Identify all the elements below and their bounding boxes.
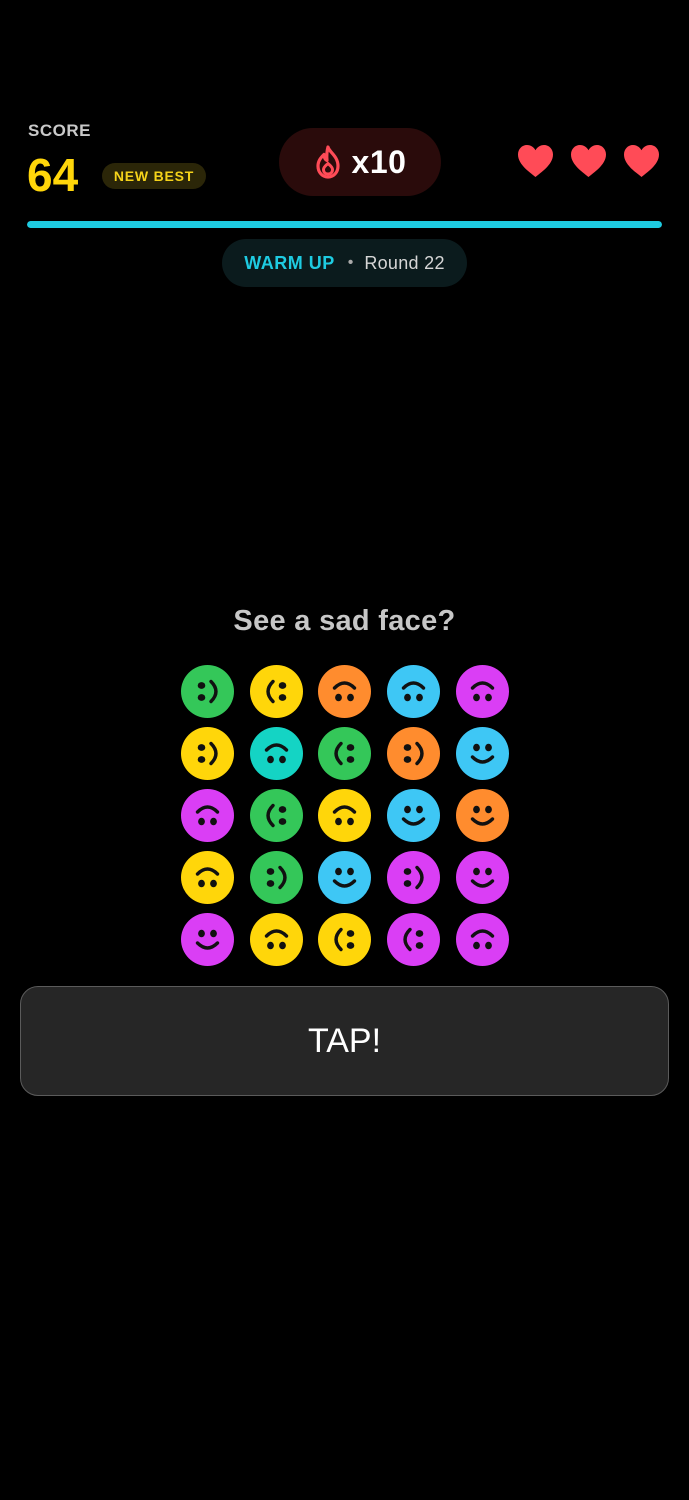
smiley-face-right[interactable] — [387, 913, 441, 966]
smiley-face-right[interactable] — [318, 913, 372, 966]
round-phase: WARM UP — [244, 252, 335, 273]
score-label: SCORE — [28, 121, 91, 140]
round-indicator: WARM UP • Round 22 — [222, 239, 467, 287]
face-grid — [181, 665, 509, 966]
smiley-face-down[interactable] — [318, 789, 372, 842]
smiley-face-left[interactable] — [387, 727, 441, 780]
smiley-face-right[interactable] — [318, 727, 372, 780]
streak-count: x10 — [351, 143, 407, 180]
round-progress-bar — [27, 221, 662, 228]
smiley-face-down[interactable] — [387, 665, 441, 718]
smiley-face-down[interactable] — [181, 851, 234, 904]
smiley-face-up[interactable] — [455, 851, 509, 904]
round-progress-fill — [27, 221, 662, 228]
smiley-face-up[interactable] — [455, 789, 509, 842]
prompt-question: See a sad face? — [233, 605, 456, 637]
new-best-badge: NEW BEST — [102, 163, 206, 189]
smiley-face-left[interactable] — [181, 665, 234, 718]
smiley-face-down[interactable] — [249, 913, 303, 966]
heart-icon — [623, 144, 660, 178]
flame-icon — [314, 145, 342, 179]
smiley-face-right[interactable] — [249, 665, 303, 718]
round-number: Round 22 — [364, 252, 445, 273]
smiley-face-down[interactable] — [318, 665, 372, 718]
smiley-face-down[interactable] — [455, 665, 509, 718]
heart-icon — [517, 144, 554, 178]
lives — [517, 144, 660, 178]
smiley-face-right[interactable] — [249, 789, 303, 842]
score-value: 64 — [27, 149, 79, 201]
smiley-face-left[interactable] — [181, 727, 234, 780]
smiley-face-left[interactable] — [387, 851, 441, 904]
smiley-face-up[interactable] — [181, 913, 234, 966]
smiley-face-down[interactable] — [455, 913, 509, 966]
smiley-face-up[interactable] — [387, 789, 441, 842]
tap-button[interactable]: TAP! — [20, 986, 669, 1096]
heart-icon — [570, 144, 607, 178]
streak-multiplier: x10 — [279, 128, 441, 196]
smiley-face-left[interactable] — [249, 851, 303, 904]
round-separator: • — [347, 254, 354, 271]
smiley-face-down[interactable] — [181, 789, 234, 842]
smiley-face-up[interactable] — [318, 851, 372, 904]
smiley-face-up[interactable] — [455, 727, 509, 780]
smiley-face-down[interactable] — [249, 727, 303, 780]
